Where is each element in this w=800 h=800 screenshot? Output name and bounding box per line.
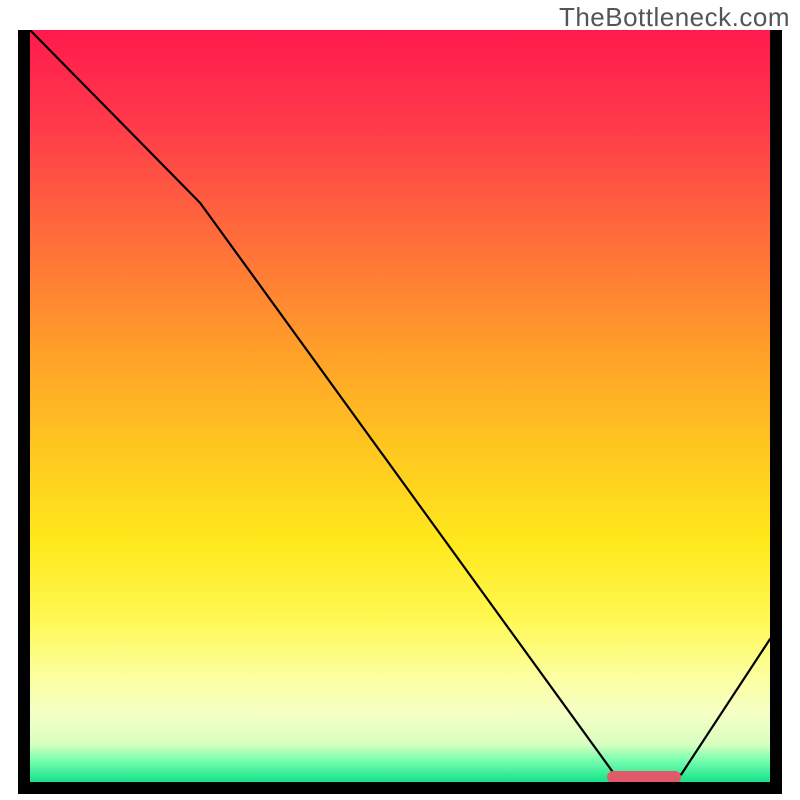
optimal-range-marker [607, 771, 681, 782]
watermark-text: TheBottleneck.com [559, 2, 790, 33]
plot-area [30, 30, 770, 782]
plot-frame [18, 30, 782, 794]
bottleneck-curve [30, 30, 770, 782]
chart-container: TheBottleneck.com [0, 0, 800, 800]
